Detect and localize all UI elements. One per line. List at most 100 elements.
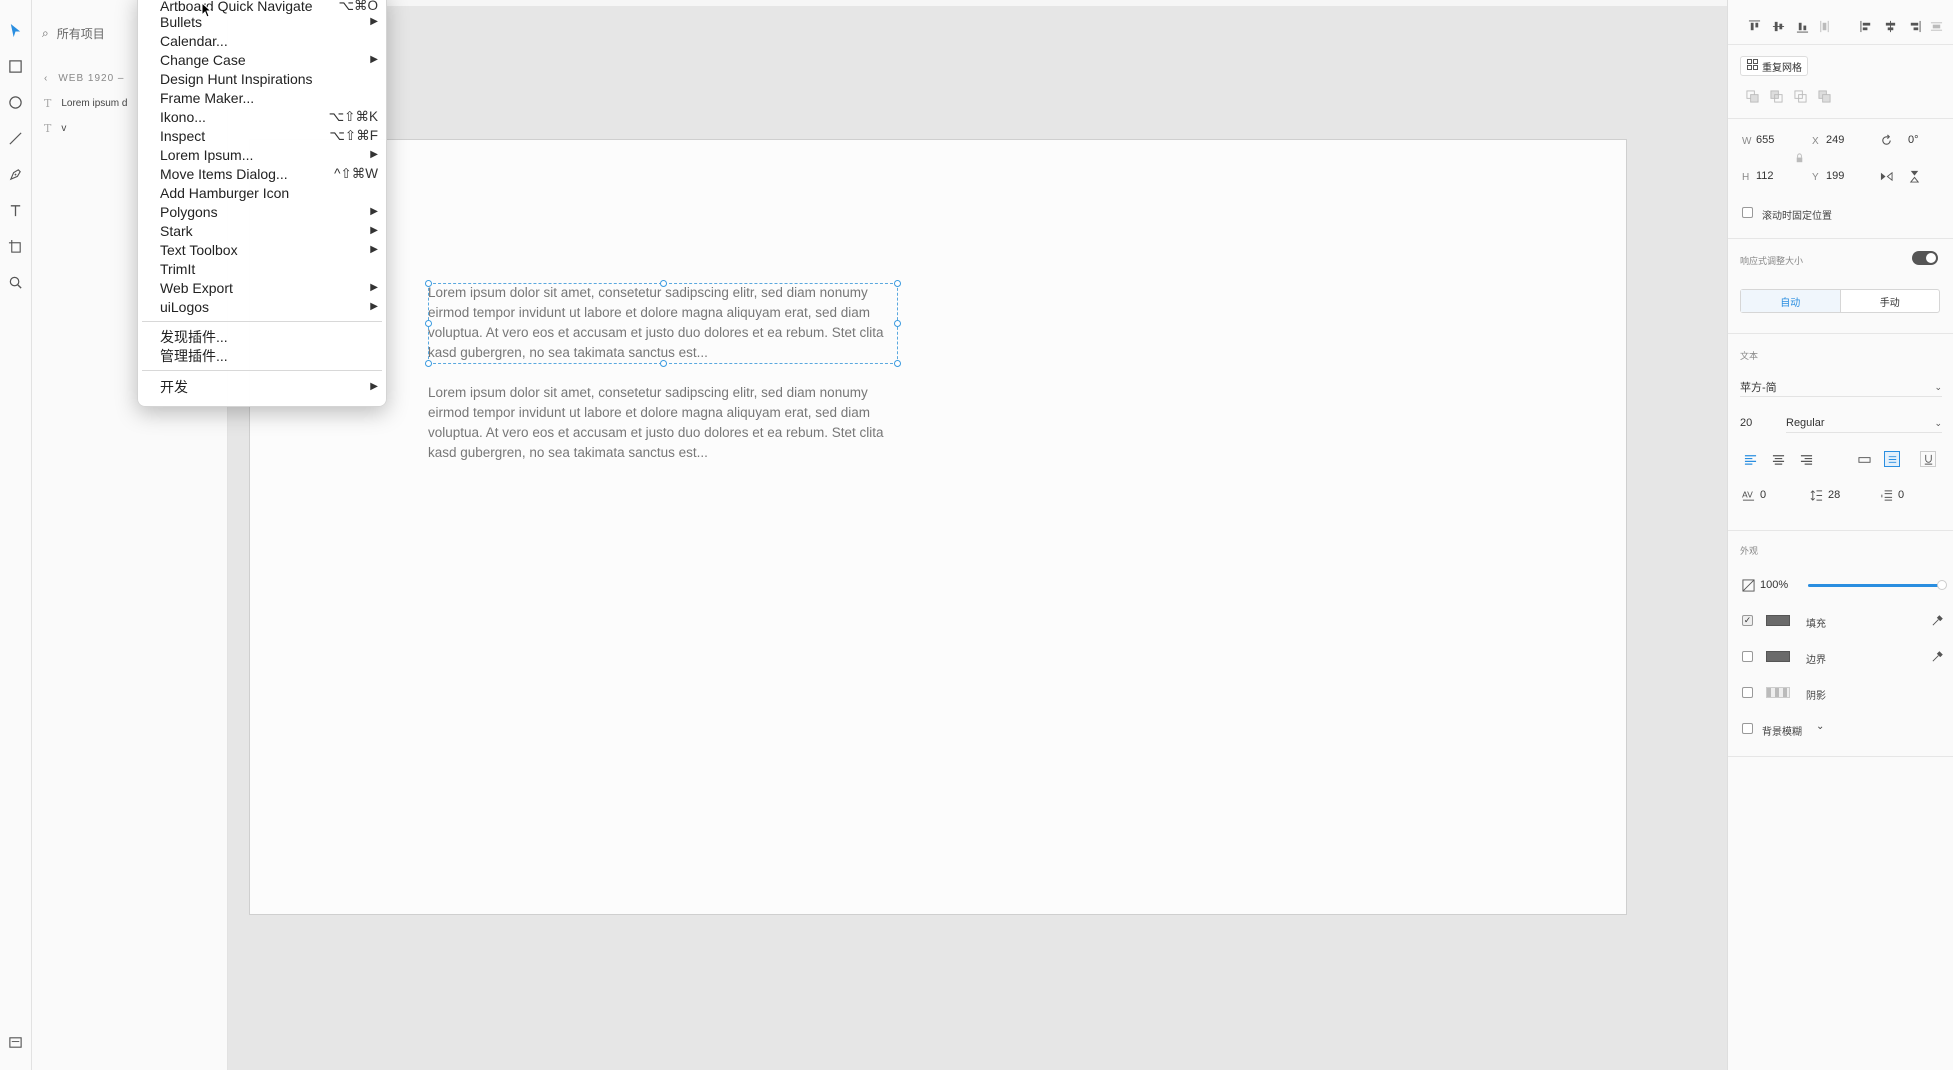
border-color-swatch[interactable] — [1766, 651, 1790, 662]
artboard-tool-icon[interactable] — [6, 237, 25, 256]
manual-button[interactable]: 手动 — [1841, 290, 1940, 312]
menu-item[interactable]: Frame Maker... — [160, 88, 378, 107]
menu-item[interactable]: Lorem Ipsum... ▶ — [160, 145, 378, 164]
svg-text:AV: AV — [1742, 489, 1753, 499]
menu-item[interactable]: Web Export ▶ — [160, 278, 378, 297]
align-left-icon[interactable] — [1858, 18, 1874, 34]
zoom-tool-icon[interactable] — [6, 273, 25, 292]
menu-item[interactable]: uiLogos ▶ — [160, 297, 378, 316]
font-size-field[interactable]: 20 — [1740, 417, 1752, 429]
background-blur-checkbox[interactable] — [1742, 723, 1753, 734]
layers-search[interactable]: ⌕ 所有项目 — [42, 25, 105, 42]
font-weight-select[interactable]: Regular ⌄ — [1786, 414, 1942, 433]
align-bottom-icon[interactable] — [1794, 18, 1810, 34]
menu-item[interactable]: Design Hunt Inspirations — [160, 69, 378, 88]
font-family-select[interactable]: 苹方-简 ⌄ — [1740, 378, 1942, 397]
menu-item[interactable]: Text Toolbox ▶ — [160, 240, 378, 259]
chevron-left-icon[interactable]: ‹ — [44, 73, 48, 84]
menu-item[interactable]: Polygons ▶ — [160, 202, 378, 221]
underline-icon[interactable] — [1920, 451, 1936, 467]
menu-item[interactable]: TrimIt — [160, 259, 378, 278]
text-align-left-icon[interactable] — [1742, 451, 1758, 467]
menu-item[interactable]: 管理插件... — [160, 346, 378, 365]
breadcrumb[interactable]: ‹ WEB 1920 – — [44, 73, 125, 84]
flip-horizontal-icon[interactable] — [1878, 168, 1894, 184]
flip-vertical-icon[interactable] — [1906, 168, 1922, 184]
boolean-intersect-icon[interactable] — [1792, 88, 1808, 104]
align-right-icon[interactable] — [1906, 18, 1922, 34]
resize-handle[interactable] — [660, 280, 667, 287]
fixed-size-text-icon[interactable] — [1884, 451, 1900, 467]
opacity-field[interactable]: 100% — [1760, 579, 1788, 591]
menu-item-label: 管理插件... — [160, 347, 228, 364]
border-checkbox[interactable] — [1742, 651, 1753, 662]
resize-handle[interactable] — [425, 360, 432, 367]
resize-handle[interactable] — [660, 360, 667, 367]
x-field[interactable]: 249 — [1826, 134, 1844, 146]
menu-item[interactable]: Bullets ▶ — [160, 12, 378, 31]
align-top-icon[interactable] — [1746, 18, 1762, 34]
distribute-vertical-icon[interactable] — [1816, 18, 1832, 34]
fill-color-swatch[interactable] — [1766, 615, 1790, 626]
boolean-exclude-icon[interactable] — [1816, 88, 1832, 104]
rectangle-tool-icon[interactable] — [6, 57, 25, 76]
height-field[interactable]: 112 — [1756, 170, 1774, 182]
fill-checkbox[interactable]: ✓ — [1742, 615, 1753, 626]
lock-aspect-icon[interactable] — [1791, 150, 1807, 166]
resize-handle[interactable] — [894, 320, 901, 327]
eyedropper-icon[interactable] — [1929, 648, 1945, 664]
artboard[interactable] — [249, 139, 1627, 915]
paragraph-spacing-field[interactable]: 0 — [1898, 489, 1904, 501]
rotation-field[interactable]: 0° — [1908, 134, 1919, 146]
resize-handle[interactable] — [894, 360, 901, 367]
char-spacing-field[interactable]: 0 — [1760, 489, 1766, 501]
layer-row[interactable]: T v — [44, 122, 66, 135]
shadow-checkbox[interactable] — [1742, 687, 1753, 698]
text-block[interactable]: Lorem ipsum dolor sit amet, consetetur s… — [428, 383, 898, 463]
background-blur-label[interactable]: 背景模糊 — [1762, 723, 1802, 738]
menu-item[interactable]: 开发 ▶ — [160, 377, 378, 396]
assets-panel-icon[interactable] — [6, 1033, 25, 1052]
responsive-toggle[interactable] — [1912, 251, 1938, 265]
menu-item[interactable]: Ikono... ⌥⇧⌘K — [160, 107, 378, 126]
align-center-icon[interactable] — [1882, 18, 1898, 34]
boolean-subtract-icon[interactable] — [1768, 88, 1784, 104]
text-align-center-icon[interactable] — [1770, 451, 1786, 467]
shadow-swatch[interactable] — [1766, 687, 1790, 698]
resize-handle[interactable] — [425, 280, 432, 287]
fix-position-checkbox[interactable] — [1742, 207, 1753, 218]
distribute-horizontal-icon[interactable] — [1928, 18, 1944, 34]
layer-row[interactable]: T Lorem ipsum d — [44, 97, 127, 110]
y-field[interactable]: 199 — [1826, 170, 1844, 182]
menu-item[interactable]: Change Case ▶ — [160, 50, 378, 69]
auto-width-text-icon[interactable] — [1856, 451, 1872, 467]
eyedropper-icon[interactable] — [1929, 612, 1945, 628]
menu-item-label: Text Toolbox — [160, 241, 238, 258]
text-align-right-icon[interactable] — [1798, 451, 1814, 467]
resize-handle[interactable] — [894, 280, 901, 287]
submenu-arrow-icon: ▶ — [370, 225, 378, 236]
opacity-slider[interactable] — [1808, 580, 1947, 590]
auto-button[interactable]: 自动 — [1741, 290, 1841, 312]
menu-item[interactable]: Move Items Dialog... ^⇧⌘W — [160, 164, 378, 183]
menu-item[interactable]: 发现插件... — [160, 327, 378, 346]
line-tool-icon[interactable] — [6, 129, 25, 148]
pen-tool-icon[interactable] — [6, 165, 25, 184]
select-tool-icon[interactable] — [6, 21, 25, 40]
menu-item[interactable]: Add Hamburger Icon — [160, 183, 378, 202]
boolean-add-icon[interactable] — [1744, 88, 1760, 104]
width-field[interactable]: 655 — [1756, 134, 1774, 146]
resize-handle[interactable] — [425, 320, 432, 327]
opacity-slider-thumb[interactable] — [1937, 580, 1947, 590]
menu-item-label: Web Export — [160, 279, 233, 296]
menu-item[interactable]: Inspect ⌥⇧⌘F — [160, 126, 378, 145]
menu-item[interactable]: Stark ▶ — [160, 221, 378, 240]
repeat-grid-button[interactable]: 重复网格 — [1740, 56, 1808, 76]
text-tool-icon[interactable] — [6, 201, 25, 220]
ellipse-tool-icon[interactable] — [6, 93, 25, 112]
line-spacing-field[interactable]: 28 — [1828, 489, 1840, 501]
align-middle-icon[interactable] — [1770, 18, 1786, 34]
chevron-down-icon[interactable]: ⌄ — [1816, 721, 1824, 732]
menu-item[interactable]: Calendar... — [160, 31, 378, 50]
menu-item-shortcut: ^⇧⌘W — [334, 165, 378, 181]
